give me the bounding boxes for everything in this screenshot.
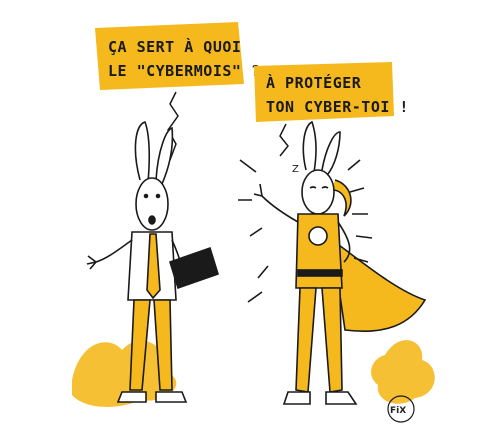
ground-splash-right [371,340,435,404]
signature-text: FiX [390,406,406,416]
left-speech-bubble: ÇA SERT À QUOI LE "CYBERMOIS" ? [95,22,261,161]
svg-text:Z: Z [292,164,299,175]
comic-panel: ÇA SERT À QUOI LE "CYBERMOIS" ? À PROTÉG… [72,22,435,423]
right-bubble-line2: TON CYBER-TOI ! [266,98,409,116]
right-bubble-line1: À PROTÉGER [266,73,362,92]
left-bubble-line1: ÇA SERT À QUOI [108,37,241,56]
left-bubble-line2: LE "CYBERMOIS" ? [108,62,261,80]
